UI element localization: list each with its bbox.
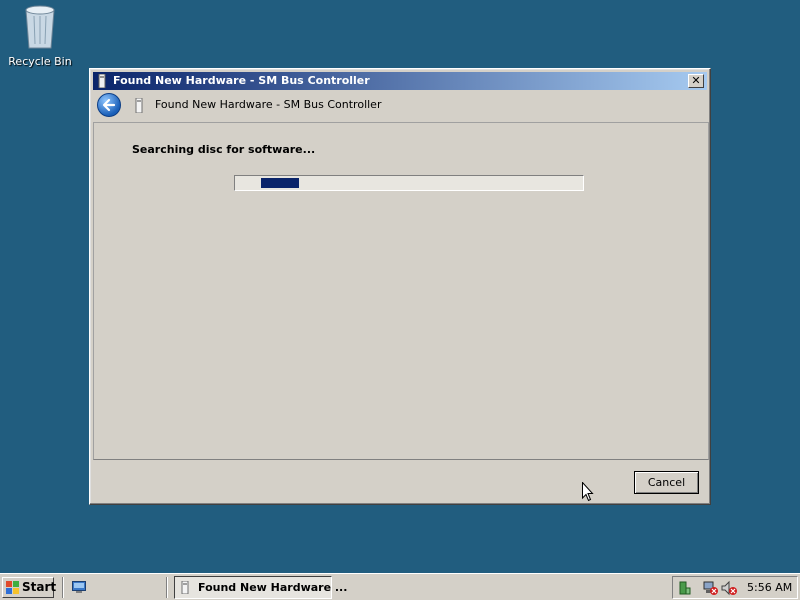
- taskbar-separator: [62, 577, 64, 598]
- title-bar[interactable]: Found New Hardware - SM Bus Controller ✕: [93, 72, 707, 90]
- status-text: Searching disc for software...: [132, 143, 316, 156]
- back-arrow-icon: [102, 98, 116, 112]
- mouse-cursor-icon: [582, 482, 594, 502]
- volume-muted-icon[interactable]: [721, 580, 737, 596]
- close-button[interactable]: ✕: [688, 74, 704, 88]
- wizard-header: Found New Hardware - SM Bus Controller: [93, 90, 707, 121]
- back-button[interactable]: [97, 93, 121, 117]
- system-tray: 5:56 AM: [672, 576, 798, 599]
- clock[interactable]: 5:56 AM: [747, 581, 792, 594]
- wizard-content: Searching disc for software...: [93, 122, 709, 460]
- progress-bar: [234, 175, 584, 191]
- found-new-hardware-dialog: Found New Hardware - SM Bus Controller ✕…: [89, 68, 711, 505]
- hardware-icon: [98, 74, 106, 88]
- taskbar: Start Found New Hardware ... 5:56 AM: [0, 573, 800, 600]
- window-title: Found New Hardware - SM Bus Controller: [113, 74, 370, 87]
- start-label: Start: [22, 580, 57, 594]
- recycle-bin-label: Recycle Bin: [8, 55, 72, 68]
- recycle-bin-desktop-item[interactable]: Recycle Bin: [8, 2, 72, 68]
- network-disconnected-icon[interactable]: [703, 580, 719, 596]
- taskbar-separator: [166, 577, 168, 598]
- taskbar-button-found-new-hardware[interactable]: Found New Hardware ...: [174, 576, 347, 599]
- network-icon[interactable]: [677, 580, 691, 596]
- cancel-button[interactable]: Cancel: [634, 471, 699, 494]
- hardware-icon: [135, 98, 143, 113]
- start-button[interactable]: Start: [2, 577, 57, 598]
- hardware-icon: [181, 581, 189, 594]
- wizard-title: Found New Hardware - SM Bus Controller: [155, 98, 382, 111]
- progress-marquee-block: [261, 178, 299, 188]
- show-desktop-icon[interactable]: [72, 581, 86, 593]
- windows-logo-icon: [6, 581, 19, 594]
- recycle-bin-icon: [25, 5, 55, 49]
- close-icon: ✕: [691, 74, 701, 87]
- taskbar-button-label: Found New Hardware ...: [198, 581, 348, 594]
